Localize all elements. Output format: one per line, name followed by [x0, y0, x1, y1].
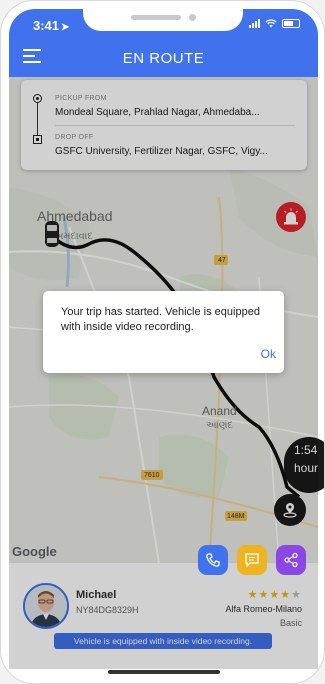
share-icon: [284, 552, 298, 568]
chat-icon: [245, 553, 259, 568]
phone-frame: 3:41 ➤ EN ROUTE 47 7610 148M Ahmedabad અ…: [0, 0, 325, 684]
phone-icon: [206, 553, 220, 567]
call-driver-button[interactable]: [198, 545, 228, 575]
dialog-ok-button[interactable]: Ok: [261, 347, 276, 361]
dialog-message: Your trip has started. Vehicle is equipp…: [61, 306, 260, 333]
front-camera: [189, 14, 196, 21]
page-title: EN ROUTE: [122, 50, 205, 67]
cellular-signal-icon: [249, 19, 260, 28]
speaker-grille: [131, 15, 181, 20]
modal-backdrop[interactable]: [9, 77, 318, 669]
status-icons: [249, 19, 300, 28]
wifi-icon: [265, 19, 277, 28]
battery-icon: [282, 19, 300, 28]
location-arrow-icon: ➤: [61, 22, 70, 33]
status-time-text: 3:41: [33, 18, 60, 33]
trip-started-dialog: Your trip has started. Vehicle is equipp…: [43, 291, 284, 373]
status-time: 3:41 ➤: [33, 18, 69, 33]
device-notch: [83, 1, 243, 31]
home-indicator[interactable]: [108, 670, 220, 674]
chat-driver-button[interactable]: [237, 545, 267, 575]
share-trip-button[interactable]: [276, 545, 306, 575]
